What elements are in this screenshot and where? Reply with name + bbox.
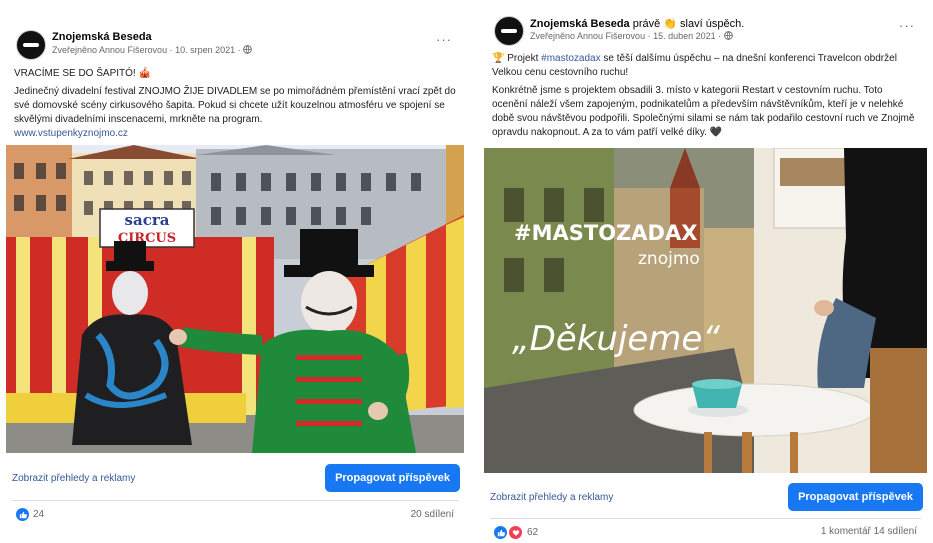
reaction-count[interactable]: 62 bbox=[527, 527, 538, 538]
post-headline: VRACÍME SE DO ŠAPITÓ! 🎪 bbox=[14, 68, 151, 79]
page-avatar[interactable] bbox=[494, 16, 524, 46]
post-meta-text[interactable]: Zveřejněno Annou Fišerovou · 10. srpen 2… bbox=[52, 45, 241, 55]
post-stats: 24 20 sdílení bbox=[12, 506, 458, 526]
post-photo-mastozadax[interactable]: #MASTOZADAX znojmo „Děkujeme“ bbox=[484, 148, 927, 473]
post-header: Znojemská Beseda právě 👏 slaví úspěch. Z… bbox=[490, 14, 921, 50]
post-card-2: Znojemská Beseda právě 👏 slaví úspěch. Z… bbox=[478, 0, 933, 540]
page-avatar[interactable] bbox=[16, 30, 46, 60]
post-meta: Zveřejněno Annou Fišerovou · 10. srpen 2… bbox=[52, 45, 252, 55]
post-photo-circus[interactable]: sacra CIRCUS bbox=[6, 145, 464, 453]
trophy-prefix: 🏆 Projekt bbox=[492, 53, 542, 64]
promote-post-button[interactable]: Propagovat příspěvek bbox=[325, 464, 460, 492]
view-insights-link[interactable]: Zobrazit přehledy a reklamy bbox=[490, 492, 613, 503]
post-paragraph-1: 🏆 Projekt #mastozadax se těší dalšímu ús… bbox=[492, 52, 919, 80]
divider bbox=[490, 518, 921, 519]
page-name[interactable]: Znojemská Beseda bbox=[52, 31, 152, 43]
page-name[interactable]: Znojemská Beseda bbox=[530, 18, 630, 30]
stats-right: 1 komentář 14 sdílení bbox=[821, 526, 917, 537]
photo-thanks: „Děkujeme“ bbox=[512, 319, 720, 359]
promote-post-button[interactable]: Propagovat příspěvek bbox=[788, 483, 923, 511]
globe-icon bbox=[243, 45, 252, 54]
post-body: VRACÍME SE DO ŠAPITÓ! 🎪 Jedinečný divade… bbox=[14, 67, 456, 141]
shares-count[interactable]: 14 sdílení bbox=[874, 526, 917, 537]
post-meta: Zveřejněno Annou Fišerovou · 15. duben 2… bbox=[530, 31, 733, 41]
hashtag-link[interactable]: #mastozadax bbox=[541, 53, 600, 64]
globe-icon bbox=[723, 31, 733, 40]
post-paragraph-2: Konkrétně jsme s projektem obsadili 3. m… bbox=[492, 85, 915, 138]
more-options-icon[interactable]: ··· bbox=[436, 32, 452, 47]
reaction-count[interactable]: 24 bbox=[33, 509, 44, 520]
circus-sign-line1: sacra bbox=[125, 211, 170, 229]
photo-brand: znojmo bbox=[638, 249, 700, 269]
like-icon bbox=[494, 526, 507, 539]
post-card-1: Znojemská Beseda Zveřejněno Annou Fišero… bbox=[0, 0, 470, 539]
post-meta-text[interactable]: Zveřejněno Annou Fišerovou · 15. duben 2… bbox=[530, 31, 721, 41]
reactions-summary[interactable]: 24 bbox=[16, 508, 44, 521]
reactions-summary[interactable]: 62 bbox=[494, 525, 538, 540]
post-header: Znojemská Beseda Zveřejněno Annou Fišero… bbox=[12, 28, 458, 64]
like-icon bbox=[16, 508, 29, 521]
post-text: Jedinečný divadelní festival ZNOJMO ŽIJE… bbox=[14, 86, 456, 125]
mastozadax-photo-illustration: #MASTOZADAX znojmo „Děkujeme“ bbox=[484, 148, 927, 473]
shares-count[interactable]: 20 sdílení bbox=[411, 509, 454, 520]
divider bbox=[12, 500, 458, 501]
love-icon bbox=[508, 525, 523, 540]
post-body: 🏆 Projekt #mastozadax se těší dalšímu ús… bbox=[492, 52, 919, 144]
promo-row: Zobrazit přehledy a reklamy Propagovat p… bbox=[486, 481, 925, 513]
post-link[interactable]: www.vstupenkyznojmo.cz bbox=[14, 127, 456, 141]
promo-row: Zobrazit přehledy a reklamy Propagovat p… bbox=[8, 462, 462, 494]
activity-status: právě 👏 slaví úspěch. bbox=[632, 18, 745, 30]
comments-count[interactable]: 1 komentář bbox=[821, 526, 871, 537]
photo-hashtag: #MASTOZADAX bbox=[514, 221, 697, 245]
more-options-icon[interactable]: ··· bbox=[899, 18, 915, 33]
page-name-line: Znojemská Beseda právě 👏 slaví úspěch. bbox=[530, 17, 744, 30]
post-stats: 62 1 komentář 14 sdílení bbox=[490, 523, 921, 543]
circus-photo-illustration: sacra CIRCUS bbox=[6, 145, 464, 453]
view-insights-link[interactable]: Zobrazit přehledy a reklamy bbox=[12, 473, 135, 484]
